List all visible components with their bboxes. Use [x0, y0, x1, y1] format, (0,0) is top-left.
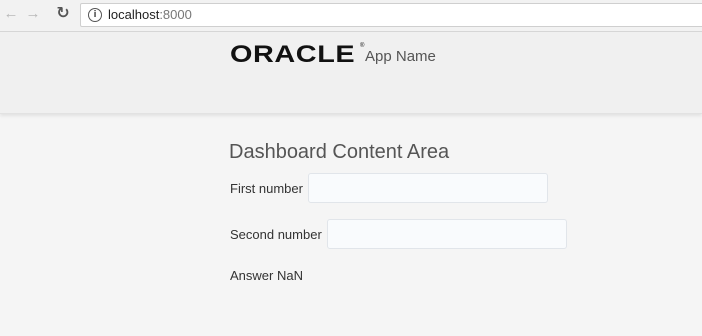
oracle-logo: ORACLE: [230, 41, 356, 68]
app-name: App Name: [365, 48, 436, 65]
answer-label: Answer: [230, 268, 274, 283]
page-title: Dashboard Content Area: [229, 141, 450, 163]
url-port: :8000: [159, 7, 192, 22]
browser-toolbar: ← → ↻ i localhost:8000: [0, 0, 702, 32]
url-host: localhost: [108, 7, 160, 22]
second-number-input[interactable]: [327, 219, 567, 249]
answer-value: NaN: [276, 268, 303, 283]
second-number-label: Second number: [230, 227, 322, 242]
reload-icon[interactable]: ↻: [54, 5, 72, 23]
dashboard-content: Dashboard Content Area First number Seco…: [0, 114, 702, 336]
forward-arrow-icon[interactable]: →: [24, 5, 42, 23]
url-text[interactable]: localhost:8000: [108, 7, 192, 22]
first-number-label: First number: [230, 181, 303, 196]
address-bar[interactable]: i localhost:8000: [80, 3, 702, 27]
first-number-input[interactable]: [308, 173, 548, 203]
logo-registered-mark: ®: [360, 43, 365, 49]
back-arrow-icon[interactable]: ←: [2, 5, 20, 23]
answer-line: Answer NaN: [230, 268, 303, 283]
info-icon[interactable]: i: [88, 8, 102, 22]
app-header: ORACLE ® App Name: [0, 32, 702, 114]
